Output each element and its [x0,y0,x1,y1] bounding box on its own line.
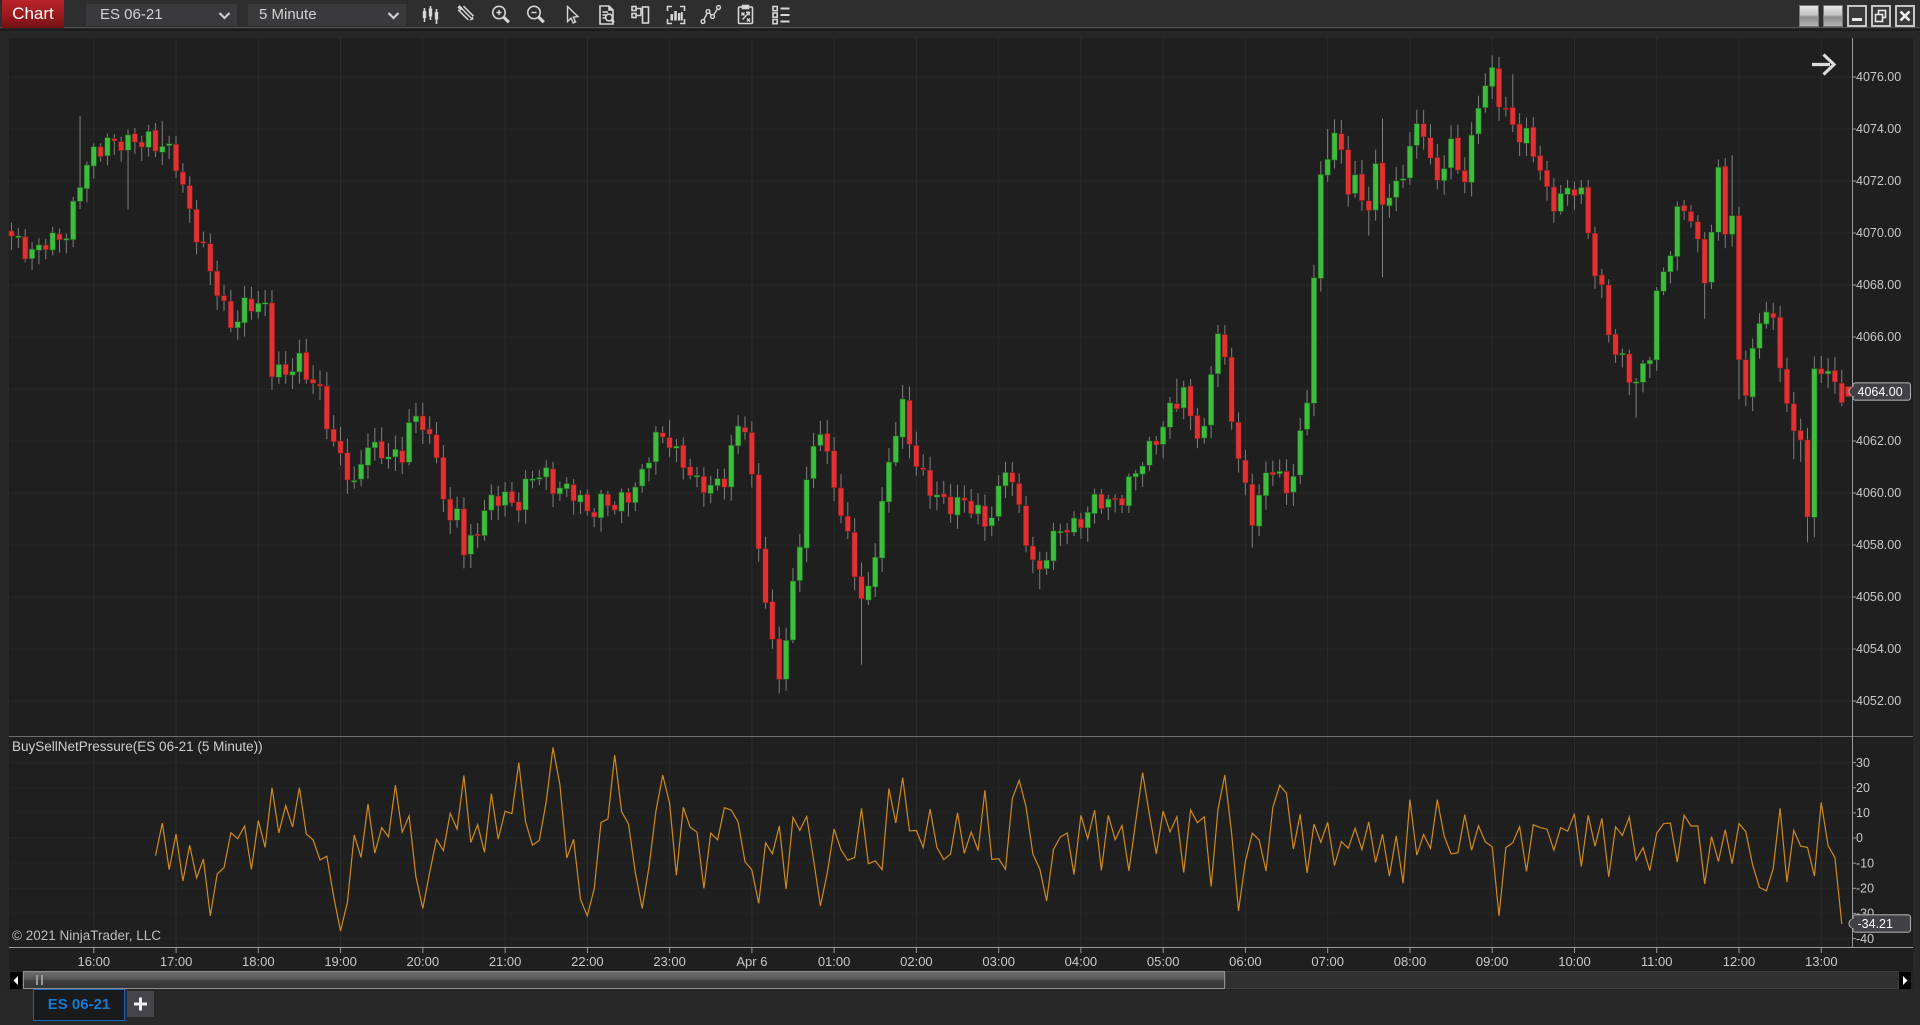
svg-text:20:00: 20:00 [407,954,440,969]
svg-text:05:00: 05:00 [1147,954,1180,969]
svg-text:06:00: 06:00 [1229,954,1262,969]
svg-text:0: 0 [1856,831,1863,845]
svg-text:22:00: 22:00 [571,954,604,969]
svg-text:12:00: 12:00 [1723,954,1756,969]
svg-text:01:00: 01:00 [818,954,851,969]
svg-text:16:00: 16:00 [78,954,111,969]
svg-text:-20: -20 [1856,882,1874,896]
svg-text:4066.00: 4066.00 [1856,330,1901,344]
svg-text:09:00: 09:00 [1476,954,1509,969]
svg-text:4054.00: 4054.00 [1856,642,1901,656]
svg-text:4058.00: 4058.00 [1856,538,1901,552]
svg-text:4068.00: 4068.00 [1856,278,1901,292]
svg-text:30: 30 [1856,756,1870,770]
svg-text:17:00: 17:00 [160,954,193,969]
svg-text:10: 10 [1856,806,1870,820]
svg-text:4074.00: 4074.00 [1856,122,1901,136]
svg-text:03:00: 03:00 [982,954,1015,969]
svg-text:-40: -40 [1856,932,1874,946]
svg-text:-10: -10 [1856,856,1874,870]
svg-text:4070.00: 4070.00 [1856,226,1901,240]
svg-text:4072.00: 4072.00 [1856,174,1901,188]
svg-text:02:00: 02:00 [900,954,933,969]
svg-text:10:00: 10:00 [1558,954,1591,969]
svg-text:4064.00: 4064.00 [1858,385,1903,399]
svg-text:4062.00: 4062.00 [1856,434,1901,448]
svg-text:18:00: 18:00 [242,954,275,969]
svg-text:07:00: 07:00 [1311,954,1344,969]
svg-text:BuySellNetPressure(ES 06-21 (5: BuySellNetPressure(ES 06-21 (5 Minute)) [12,739,263,754]
svg-text:© 2021 NinjaTrader, LLC: © 2021 NinjaTrader, LLC [12,928,161,943]
svg-text:4052.00: 4052.00 [1856,694,1901,708]
svg-text:19:00: 19:00 [324,954,357,969]
svg-text:21:00: 21:00 [489,954,522,969]
svg-text:11:00: 11:00 [1641,954,1673,969]
svg-text:4056.00: 4056.00 [1856,590,1901,604]
svg-text:Apr 6: Apr 6 [736,954,767,969]
svg-text:08:00: 08:00 [1394,954,1427,969]
svg-text:4060.00: 4060.00 [1856,486,1901,500]
svg-text:04:00: 04:00 [1065,954,1098,969]
svg-text:13:00: 13:00 [1805,954,1838,969]
svg-text:-34.21: -34.21 [1858,917,1893,931]
svg-text:4076.00: 4076.00 [1856,70,1901,84]
svg-text:23:00: 23:00 [653,954,686,969]
svg-text:20: 20 [1856,781,1870,795]
